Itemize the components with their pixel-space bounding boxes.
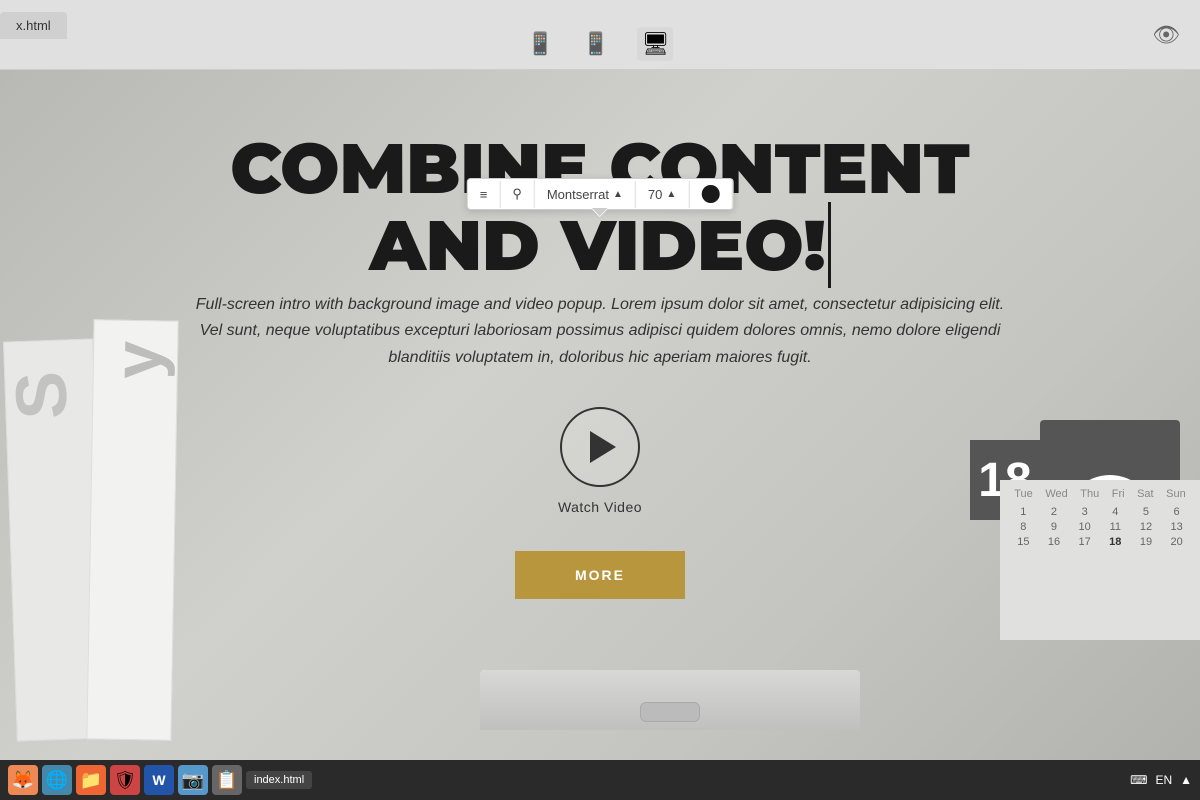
link-button[interactable]: ⚲ bbox=[500, 180, 535, 208]
desktop-icon[interactable]: 🖥 bbox=[637, 27, 673, 61]
align-button[interactable]: ≡ bbox=[468, 181, 501, 208]
clock-label: ▲ bbox=[1180, 773, 1192, 787]
size-dropdown-icon: ▲ bbox=[666, 189, 676, 200]
keyboard-icon: ⌨ bbox=[1130, 773, 1147, 787]
tablet-icon[interactable]: 📱 bbox=[582, 31, 609, 57]
main-content: S y 0 18 Tue Wed Thu Fri Sat Sun 1 2 3 4 bbox=[0, 70, 1200, 800]
more-button[interactable]: MORE bbox=[515, 551, 685, 599]
hero-subtitle: Full-screen intro with background image … bbox=[150, 292, 1050, 371]
mobile-icon[interactable]: 📱 bbox=[527, 31, 554, 57]
browser-tab[interactable]: x.html bbox=[0, 12, 67, 39]
play-circle bbox=[560, 407, 640, 487]
font-size-selector[interactable]: 70 ▲ bbox=[636, 181, 689, 208]
taskbar-photo-icon[interactable]: 📷 bbox=[178, 765, 208, 795]
browser-toolbar: 📱 📱 🖥 bbox=[0, 9, 1200, 61]
language-label: EN bbox=[1155, 773, 1172, 787]
link-icon: ⚲ bbox=[512, 186, 522, 202]
align-icon: ≡ bbox=[480, 187, 488, 202]
color-dot bbox=[701, 185, 719, 203]
preview-icon[interactable]: 👁 bbox=[1152, 22, 1180, 48]
font-size-label: 70 bbox=[648, 187, 662, 202]
browser-chrome: x.html 📱 📱 🖥 👁 bbox=[0, 0, 1200, 70]
floating-toolbar: ≡ ⚲ Montserrat ▲ 70 ▲ bbox=[467, 178, 734, 210]
taskbar-firefox-icon[interactable]: 🦊 bbox=[8, 765, 38, 795]
font-dropdown-icon: ▲ bbox=[613, 189, 623, 200]
taskbar-shield-icon[interactable]: 🛡 bbox=[110, 765, 140, 795]
taskbar-filezilla-icon[interactable]: 📁 bbox=[76, 765, 106, 795]
toolbar-arrow bbox=[592, 209, 608, 217]
font-selector[interactable]: Montserrat ▲ bbox=[535, 181, 636, 208]
play-icon bbox=[590, 431, 616, 463]
font-name-label: Montserrat bbox=[547, 187, 609, 202]
watch-video-button[interactable]: Watch Video bbox=[558, 407, 642, 515]
taskbar-browser-icon[interactable]: 🌐 bbox=[42, 765, 72, 795]
taskbar-app-icon[interactable]: 📋 bbox=[212, 765, 242, 795]
watch-video-label: Watch Video bbox=[558, 499, 642, 515]
taskbar: 🦊 🌐 📁 🛡 W 📷 📋 index.html ⌨ EN ▲ bbox=[0, 760, 1200, 800]
taskbar-word-icon[interactable]: W bbox=[144, 765, 174, 795]
taskbar-active-app[interactable]: index.html bbox=[246, 771, 312, 789]
color-picker[interactable] bbox=[689, 179, 732, 209]
taskbar-right: ⌨ EN ▲ bbox=[1130, 773, 1192, 787]
